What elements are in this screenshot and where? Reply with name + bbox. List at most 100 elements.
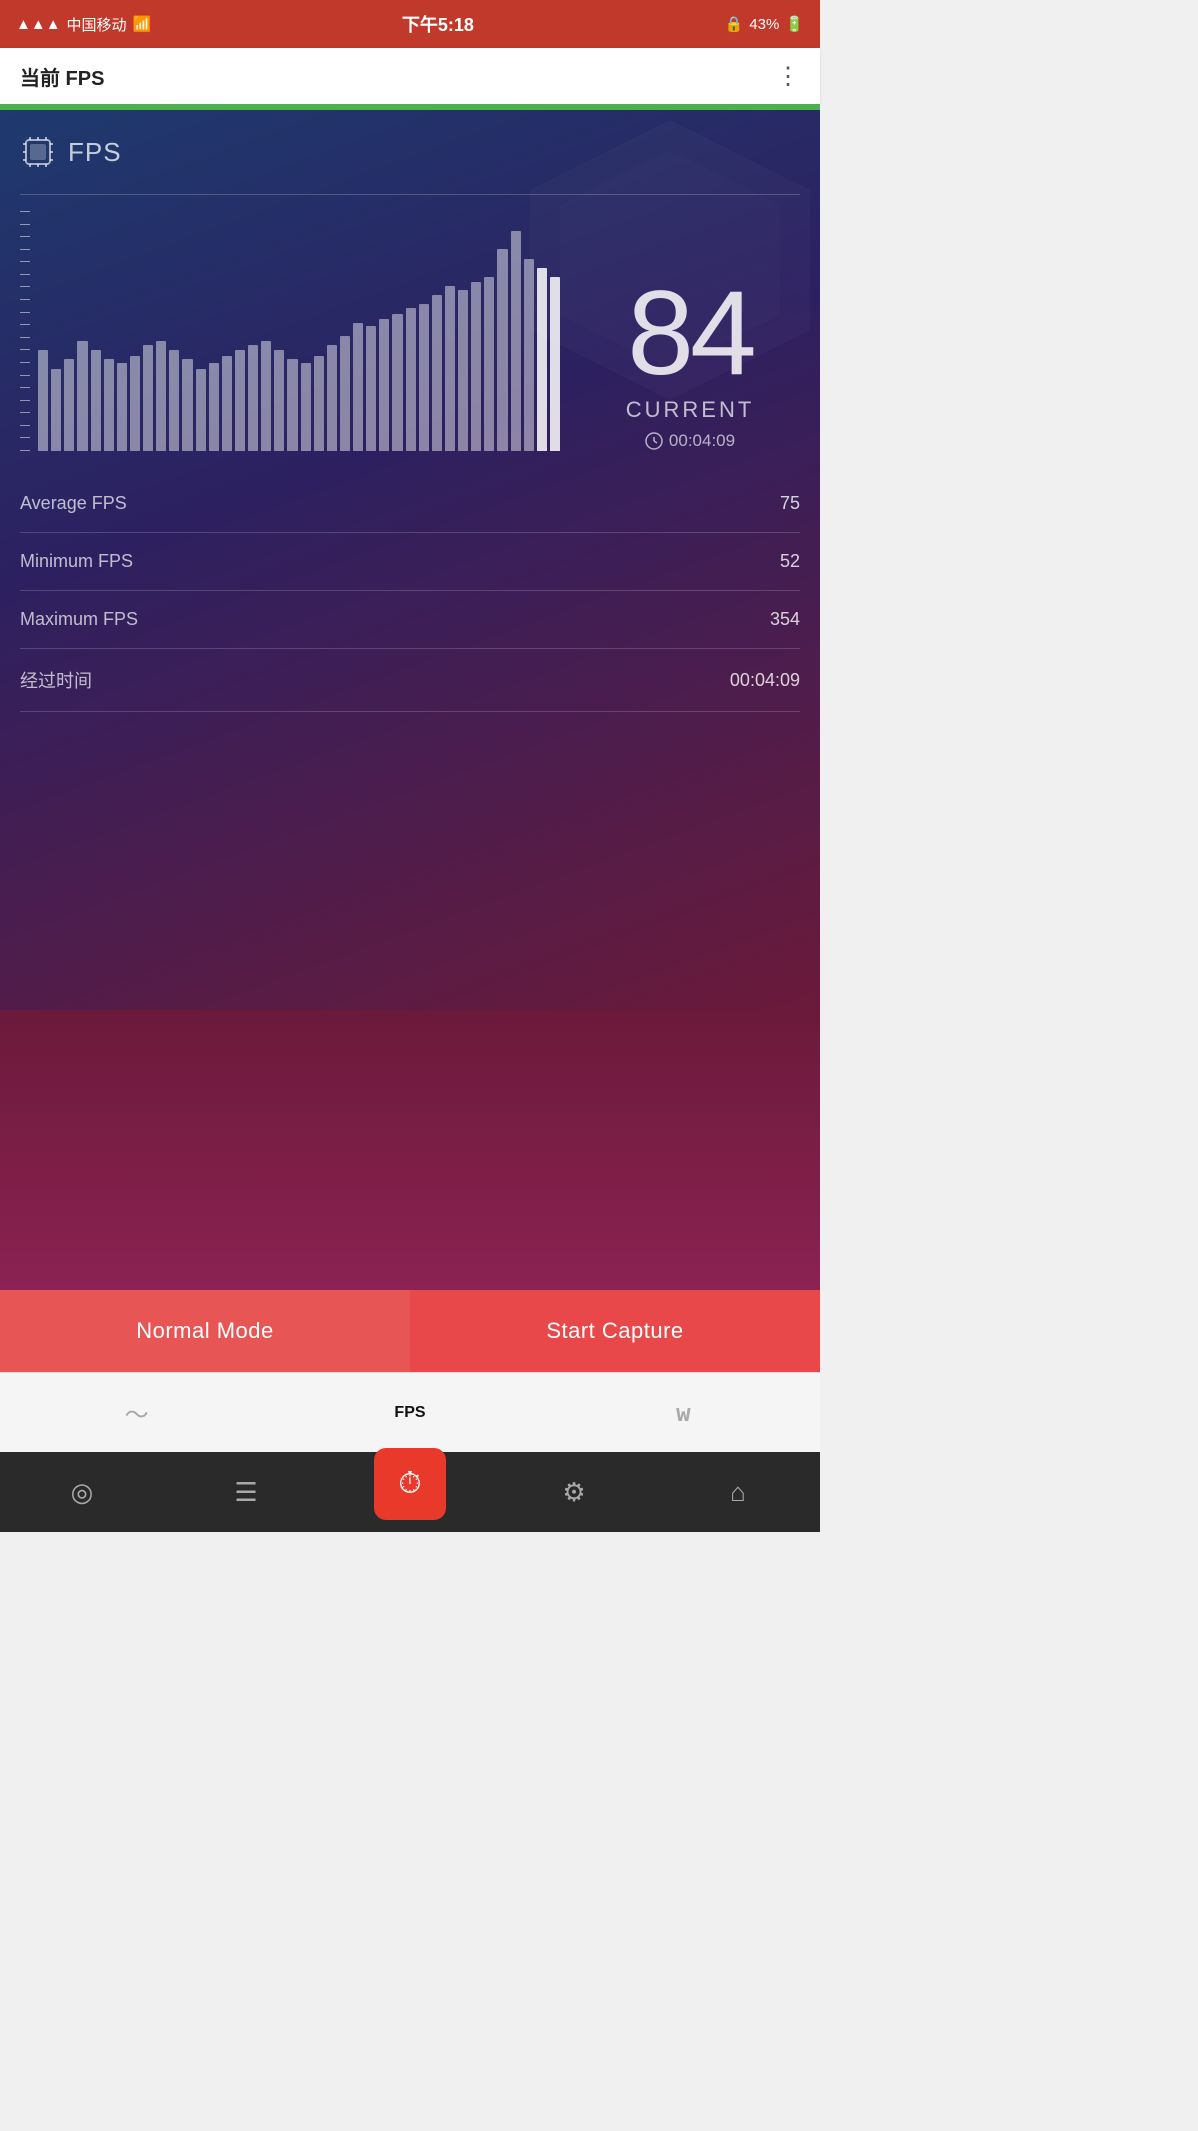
nav-settings[interactable]: ⚙ [492, 1452, 656, 1532]
bar [327, 345, 337, 451]
bar [143, 345, 153, 451]
min-fps-value: 52 [780, 551, 800, 572]
max-fps-label: Maximum FPS [20, 609, 138, 630]
scale-mark [20, 412, 30, 413]
fps-section-label: FPS [68, 137, 122, 168]
scale-mark [20, 400, 30, 401]
bar [130, 356, 140, 451]
scale-mark [20, 236, 30, 237]
speedometer-button[interactable]: ⏱ [374, 1448, 446, 1520]
scale-mark [20, 299, 30, 300]
nav-menu[interactable]: ☰ [164, 1452, 328, 1532]
status-left: ▲▲▲ 中国移动 📶 [16, 14, 151, 35]
elapsed-time-label: 经过时间 [20, 667, 92, 693]
wifi-icon: 📶 [133, 15, 152, 33]
tab-bar: 〜 FPS w [0, 1372, 820, 1452]
signal-icon: ▲▲▲ [16, 16, 61, 33]
bar [156, 341, 166, 451]
bar [301, 363, 311, 451]
bar [261, 341, 271, 451]
scale-mark [20, 211, 30, 212]
bar [524, 259, 534, 452]
bar [222, 356, 232, 451]
speedometer-icon: ⏱ [398, 1467, 421, 1501]
bar [392, 314, 402, 452]
fps-header: FPS [20, 134, 800, 170]
avg-fps-label: Average FPS [20, 493, 127, 514]
normal-mode-button[interactable]: Normal Mode [0, 1290, 410, 1372]
fps-panel: FPS [0, 110, 820, 1010]
scale-mark [20, 375, 30, 376]
scale-mark [20, 349, 30, 350]
bar [471, 282, 481, 451]
avg-fps-value: 75 [780, 493, 800, 514]
elapsed-time-value: 00:04:09 [730, 670, 800, 691]
stats-section: Average FPS 75 Minimum FPS 52 Maximum FP… [20, 475, 800, 712]
scale-mark [20, 274, 30, 275]
bar [537, 268, 547, 451]
more-options-icon[interactable]: ⋮ [776, 62, 800, 91]
spacer-area [0, 1010, 820, 1290]
status-time: 下午5:18 [402, 11, 474, 37]
bar [511, 231, 521, 451]
bar-chart [20, 211, 560, 451]
status-bar: ▲▲▲ 中国移动 📶 下午5:18 🔒 43% 🔋 [0, 0, 820, 48]
fps-timer-value: 00:04:09 [669, 431, 735, 451]
tab-wallet[interactable]: w [547, 1373, 820, 1452]
min-fps-label: Minimum FPS [20, 551, 133, 572]
bar [235, 350, 245, 451]
bar [51, 369, 61, 452]
bar [77, 341, 87, 451]
nav-bar: ◎ ☰ ⏱ ⚙ ⌂ [0, 1452, 820, 1532]
location-icon: ◎ [71, 1477, 94, 1508]
wallet-tab-icon: w [676, 1399, 690, 1427]
status-right: 🔒 43% 🔋 [725, 15, 804, 33]
tab-chart[interactable]: 〜 [0, 1373, 273, 1452]
section-divider [20, 194, 800, 195]
bar [406, 308, 416, 451]
battery-percent: 43% [749, 16, 779, 33]
scale-mark [20, 224, 30, 225]
nav-home[interactable]: ⌂ [656, 1452, 820, 1532]
nav-location[interactable]: ◎ [0, 1452, 164, 1532]
bar [209, 363, 219, 451]
current-fps-display: 84 CURRENT 00:04:09 [580, 273, 800, 451]
bar [91, 350, 101, 451]
bar [458, 290, 468, 451]
bar [497, 249, 507, 451]
bar [64, 359, 74, 451]
bar [432, 295, 442, 451]
scale-mark [20, 261, 30, 262]
settings-icon: ⚙ [562, 1477, 585, 1508]
clock-icon [645, 432, 663, 450]
bar [287, 359, 297, 451]
start-capture-button[interactable]: Start Capture [410, 1290, 820, 1372]
chip-icon [20, 134, 56, 170]
max-fps-value: 354 [770, 609, 800, 630]
bar [274, 350, 284, 451]
title-bar: 当前 FPS ⋮ [0, 48, 820, 104]
bottom-buttons: Normal Mode Start Capture [0, 1290, 820, 1372]
scale-mark [20, 337, 30, 338]
scale-mark [20, 324, 30, 325]
lock-icon: 🔒 [725, 15, 744, 33]
home-icon: ⌂ [730, 1477, 746, 1508]
scale-mark [20, 312, 30, 313]
chart-section: 84 CURRENT 00:04:09 [20, 211, 800, 451]
stat-row: Minimum FPS 52 [20, 533, 800, 591]
chart-tab-icon: 〜 [125, 1395, 149, 1430]
nav-center[interactable]: ⏱ [328, 1452, 492, 1532]
bar [366, 326, 376, 451]
bar [117, 363, 127, 451]
tab-fps[interactable]: FPS [273, 1373, 546, 1452]
scale-mark [20, 450, 30, 451]
bar [445, 286, 455, 451]
bar [484, 277, 494, 451]
scale-mark [20, 437, 30, 438]
bar [182, 359, 192, 451]
bars-container [38, 211, 560, 451]
battery-icon: 🔋 [785, 15, 804, 33]
current-fps-value: 84 [580, 273, 800, 393]
bar [169, 350, 179, 451]
menu-icon: ☰ [234, 1477, 257, 1508]
